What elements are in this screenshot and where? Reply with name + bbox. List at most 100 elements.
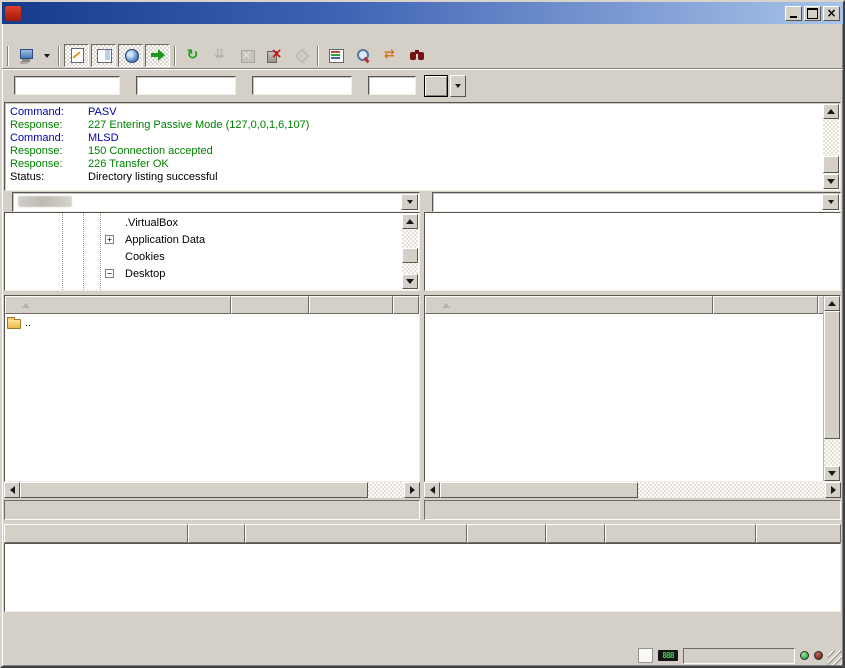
- toggle-message-log[interactable]: [64, 44, 89, 67]
- toolbar: [2, 43, 843, 68]
- scroll-right-button[interactable]: [404, 482, 420, 498]
- speed-limits-icon[interactable]: 888: [658, 650, 678, 661]
- tree-item[interactable]: .VirtualBox: [6, 214, 401, 231]
- menu-item[interactable]: [40, 24, 58, 43]
- sort-ascending-icon: [442, 299, 450, 308]
- queue-list[interactable]: [4, 543, 841, 612]
- scrollbar-thumb[interactable]: [823, 156, 839, 173]
- column-header-filesize[interactable]: [713, 296, 818, 314]
- queue-column-priority[interactable]: [546, 524, 605, 543]
- queue-column-remote-file[interactable]: [245, 524, 467, 543]
- port-input[interactable]: [368, 76, 416, 95]
- queue-column-filler: [756, 524, 841, 543]
- local-path-dropdown-button[interactable]: [401, 194, 418, 210]
- scroll-up-button[interactable]: [823, 104, 839, 119]
- local-selection-status: [4, 500, 420, 520]
- remote-vertical-scrollbar[interactable]: [823, 296, 840, 481]
- toggle-remote-tree[interactable]: [118, 44, 143, 67]
- data-type-icon[interactable]: [638, 648, 653, 663]
- maximize-button[interactable]: [804, 6, 821, 21]
- file-panes: .VirtualBox + Application Data Cookies −: [2, 191, 843, 523]
- menu-item[interactable]: [112, 24, 130, 43]
- process-queue[interactable]: [207, 44, 232, 67]
- remote-directory-tree: [424, 212, 841, 291]
- toolbar-icon: [354, 47, 372, 64]
- queue-column-server-local-file[interactable]: [4, 524, 188, 543]
- column-header-filetype[interactable]: [309, 296, 393, 314]
- compare[interactable]: [350, 44, 375, 67]
- tree-expander[interactable]: −: [105, 269, 114, 278]
- scroll-down-button[interactable]: [823, 174, 839, 189]
- close-button[interactable]: [823, 6, 840, 21]
- refresh[interactable]: [180, 44, 205, 67]
- sync-browse[interactable]: [377, 44, 402, 67]
- remote-file-list: [424, 295, 841, 482]
- tree-item[interactable]: Cookies: [6, 248, 401, 265]
- scroll-up-button[interactable]: [824, 296, 840, 311]
- scrollbar-thumb[interactable]: [440, 482, 638, 498]
- password-input[interactable]: [252, 76, 352, 95]
- scroll-left-button[interactable]: [424, 482, 440, 498]
- menu-item[interactable]: [4, 24, 22, 43]
- local-tree-scrollbar[interactable]: [402, 214, 418, 289]
- log-line-text: 226 Transfer OK: [88, 158, 169, 171]
- remote-horizontal-scrollbar[interactable]: [424, 482, 841, 498]
- menu-item[interactable]: [76, 24, 94, 43]
- cancel[interactable]: [234, 44, 259, 67]
- scrollbar-thumb[interactable]: [402, 248, 418, 263]
- site-manager[interactable]: [13, 44, 38, 67]
- log-scrollbar[interactable]: [823, 104, 839, 189]
- local-horizontal-scrollbar[interactable]: [4, 482, 420, 498]
- arrow-down-icon: [828, 471, 836, 480]
- remote-path-dropdown-button[interactable]: [822, 194, 839, 210]
- reconnect[interactable]: [288, 44, 313, 67]
- minimize-button[interactable]: [785, 6, 802, 21]
- queue-column-status[interactable]: [605, 524, 756, 543]
- column-header-last-modified[interactable]: [393, 296, 419, 314]
- quickconnect-dropdown-button[interactable]: [450, 75, 466, 97]
- username-input[interactable]: [136, 76, 236, 95]
- host-input[interactable]: [14, 76, 120, 95]
- toolbar-icon: [327, 47, 345, 64]
- local-path-combobox[interactable]: [12, 192, 420, 212]
- resize-grip-icon[interactable]: [828, 651, 842, 665]
- log-line-label: Command:: [10, 132, 88, 145]
- scroll-right-button[interactable]: [825, 482, 841, 498]
- queue-tabs: [2, 612, 843, 634]
- filter[interactable]: [323, 44, 348, 67]
- ..[interactable]: ..: [5, 314, 419, 331]
- scroll-down-button[interactable]: [824, 466, 840, 481]
- find[interactable]: [404, 44, 429, 67]
- scrollbar-thumb[interactable]: [20, 482, 368, 498]
- window-controls: [783, 6, 840, 21]
- scrollbar-thumb[interactable]: [824, 311, 840, 439]
- queue-column-size[interactable]: [467, 524, 546, 543]
- tree-item[interactable]: + Application Data: [6, 231, 401, 248]
- toggle-local-tree[interactable]: [91, 44, 116, 67]
- scroll-down-button[interactable]: [402, 274, 418, 289]
- toolbar-icon: [408, 47, 426, 64]
- menu-item[interactable]: [22, 24, 40, 43]
- toggle-queue[interactable]: [145, 44, 170, 67]
- disconnect[interactable]: [261, 44, 286, 67]
- remote-path-combobox[interactable]: [432, 192, 841, 212]
- arrow-down-icon: [406, 279, 414, 288]
- column-header-filename[interactable]: [425, 296, 713, 314]
- log-line-label: Status:: [10, 171, 88, 184]
- quickconnect-button[interactable]: [424, 75, 448, 97]
- local-list-body: ..: [5, 314, 419, 481]
- column-header-filesize[interactable]: [231, 296, 309, 314]
- scroll-up-button[interactable]: [402, 214, 418, 229]
- sort-ascending-icon: [22, 299, 30, 308]
- menu-item[interactable]: [58, 24, 76, 43]
- menu-item[interactable]: [94, 24, 112, 43]
- arrow-up-icon: [406, 215, 414, 224]
- filezilla-window: Command: PASV Response: 227 Entering Pas…: [0, 0, 845, 668]
- tree-expander[interactable]: +: [105, 235, 114, 244]
- tree-item[interactable]: − Desktop: [6, 265, 401, 282]
- log-line: Command: MLSD: [10, 132, 819, 145]
- queue-column-direction[interactable]: [188, 524, 245, 543]
- site-manager-dropdown[interactable]: [40, 44, 54, 67]
- column-header-filename[interactable]: [5, 296, 231, 314]
- scroll-left-button[interactable]: [4, 482, 20, 498]
